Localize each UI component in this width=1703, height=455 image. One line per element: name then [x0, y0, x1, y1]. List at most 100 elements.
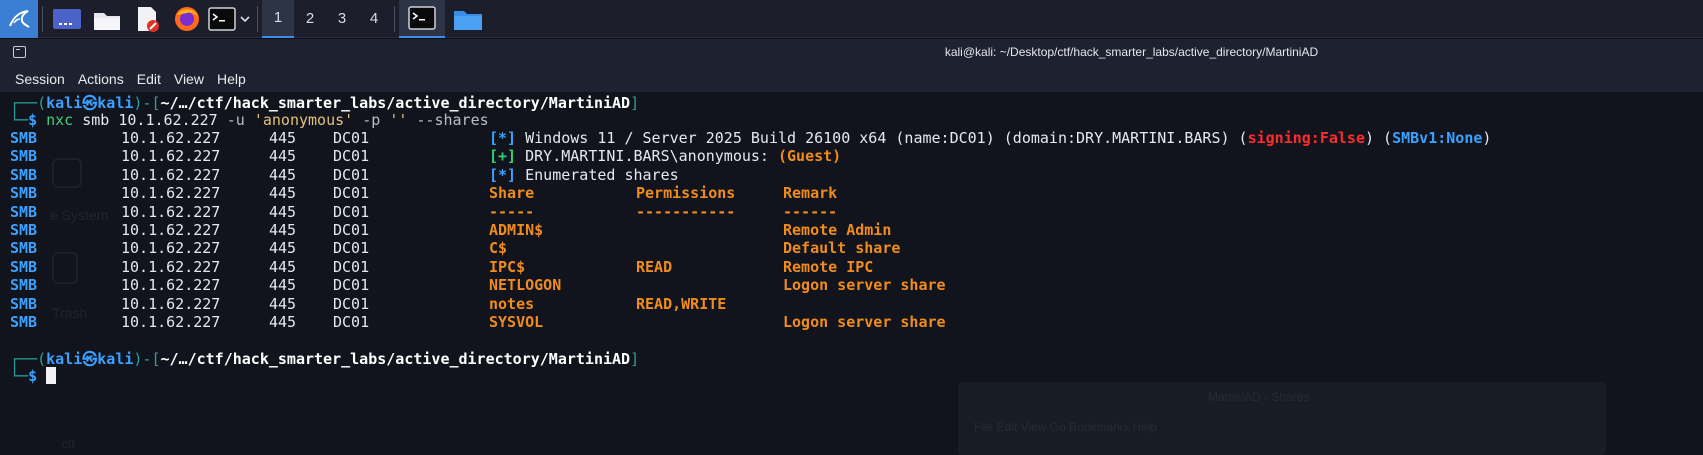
workspace-4[interactable]: 4	[358, 0, 390, 38]
row-proto: SMB	[10, 313, 38, 331]
background-window-ghost: MartiniAD - Shares File Edit View Go Boo…	[958, 382, 1606, 455]
info-message: [*] Windows 11 / Server 2025 Build 26100…	[489, 129, 1491, 147]
workspace-2[interactable]: 2	[294, 0, 326, 38]
command-flag-shares: --shares	[416, 111, 489, 129]
prompt-close: ]	[630, 350, 640, 368]
prompt-user: kali	[46, 94, 83, 112]
prompt-dollar: $	[28, 111, 38, 129]
row-ip: 10.1.62.227	[121, 221, 221, 239]
command-bin: nxc	[46, 111, 74, 129]
background-window-menu: File Edit View Go Bookmarks Help	[974, 420, 1158, 434]
row-port: 445	[269, 165, 297, 184]
row-port: 445	[269, 129, 297, 147]
prompt-open: ┌──(	[10, 350, 47, 368]
terminal-icon[interactable]	[207, 0, 237, 38]
file-manager-icon[interactable]	[87, 0, 127, 38]
output-row: SMB 10.1.62.227 445 DC01 [*] Enumerated shar…	[0, 166, 1703, 186]
ctf-ghost-label: ctf	[62, 437, 75, 451]
menu-edit[interactable]: Edit	[137, 71, 161, 87]
row-host: DC01	[333, 184, 370, 203]
command-user-arg: 'anonymous'	[253, 111, 354, 129]
prompt-at: ㉿	[82, 350, 98, 368]
permissions-header-underline: -----------	[636, 202, 736, 221]
info-tag: [*]	[489, 165, 517, 184]
prompt-corner: └─	[10, 367, 29, 385]
row-port: 445	[269, 313, 297, 331]
output-row: SMB 10.1.62.227 445 DC01 ----- ----------- ---…	[0, 203, 1703, 223]
row-ip: 10.1.62.227	[121, 294, 221, 313]
input-line[interactable]: └─$	[10, 367, 57, 387]
taskbar-folder-button[interactable]	[445, 0, 491, 38]
menu-view[interactable]: View	[174, 71, 204, 87]
desktop-icon[interactable]	[47, 0, 87, 38]
command-line: └─$ nxc smb 10.1.62.227 -u 'anonymous' -…	[10, 111, 489, 131]
row-port: 445	[269, 221, 297, 239]
background-window-title: MartiniAD - Shares	[1208, 390, 1310, 404]
row-host: DC01	[333, 313, 370, 331]
chevron-down-icon[interactable]	[237, 0, 253, 38]
panel-separator	[257, 5, 258, 32]
row-port: 445	[269, 239, 297, 258]
menu-help[interactable]: Help	[217, 71, 246, 87]
row-ip: 10.1.62.227	[121, 257, 221, 276]
row-host: DC01	[333, 239, 370, 258]
prompt-line: ┌──(kali㉿kali)-[~/…/ctf/hack_smarter_lab…	[10, 348, 639, 368]
row-proto: SMB	[10, 239, 38, 258]
row-port: 445	[269, 184, 297, 203]
taskbar-terminal-button[interactable]	[399, 0, 445, 38]
row-proto: SMB	[10, 257, 38, 276]
row-ip: 10.1.62.227	[121, 313, 221, 331]
row-ip: 10.1.62.227	[121, 276, 221, 295]
panel-separator	[42, 5, 43, 32]
kali-menu-icon[interactable]	[0, 0, 38, 38]
firefox-icon[interactable]	[167, 0, 207, 38]
prompt-path: ~/…/ctf/hack_smarter_labs/active_directo…	[160, 94, 631, 112]
output-row: SMB 10.1.62.227 445 DC01 ADMIN$ Remote Admin	[0, 221, 1703, 241]
share-name: IPC$	[489, 257, 526, 276]
prompt-dollar: $	[28, 367, 38, 385]
row-host: DC01	[333, 257, 370, 276]
menu-session[interactable]: Session	[15, 71, 65, 87]
row-port: 445	[269, 202, 297, 221]
prompt-host: kali	[97, 350, 134, 368]
info-text: Windows 11 / Server 2025 Build 26100 x64…	[516, 129, 1248, 147]
row-proto: SMB	[10, 184, 38, 203]
top-panel: 1 2 3 4	[0, 0, 1703, 38]
share-remark: Logon server share	[783, 276, 946, 295]
row-host: DC01	[333, 276, 370, 295]
output-row: SMB 10.1.62.227 445 DC01 NETLOGON Logon serve…	[0, 276, 1703, 296]
permissions-column-header: Permissions	[636, 184, 736, 203]
row-proto: SMB	[10, 165, 38, 184]
row-port: 445	[269, 276, 297, 295]
prompt-mid: )-[	[133, 94, 161, 112]
prompt-path: ~/…/ctf/hack_smarter_labs/active_directo…	[160, 350, 631, 368]
row-ip: 10.1.62.227	[121, 129, 221, 147]
prompt-host: kali	[97, 94, 134, 112]
remark-header-underline: ------	[783, 202, 838, 221]
row-proto: SMB	[10, 202, 38, 221]
menu-actions[interactable]: Actions	[78, 71, 124, 87]
row-ip: 10.1.62.227	[121, 239, 221, 258]
share-permissions: READ	[636, 257, 673, 276]
row-host: DC01	[333, 221, 370, 239]
text-editor-icon[interactable]	[127, 0, 167, 38]
panel-separator	[394, 5, 395, 32]
info-message: [+] DRY.MARTINI.BARS\anonymous: (Guest)	[489, 147, 841, 165]
window-titlebar[interactable]: kali@kali: ~/Desktop/ctf/hack_smarter_la…	[0, 39, 1703, 66]
row-proto: SMB	[10, 221, 38, 239]
command-flag-p: -p	[362, 111, 381, 129]
output-row: SMB 10.1.62.227 445 DC01 C$ Default share	[0, 239, 1703, 259]
prompt-close: ]	[630, 94, 640, 112]
workspace-3[interactable]: 3	[326, 0, 358, 38]
prompt-line: ┌──(kali㉿kali)-[~/…/ctf/hack_smarter_lab…	[10, 92, 639, 112]
workspace-1[interactable]: 1	[262, 0, 294, 38]
share-header-underline: -----	[489, 202, 535, 221]
info-text-end: )	[1482, 129, 1492, 147]
output-row: SMB 10.1.62.227 445 DC01 notes READ,WRITE	[0, 295, 1703, 315]
prompt-open: ┌──(	[10, 94, 47, 112]
share-name: SYSVOL	[489, 313, 544, 331]
share-remark: Logon server share	[783, 313, 946, 331]
info-text: Enumerated shares	[516, 165, 679, 184]
row-ip: 10.1.62.227	[121, 184, 221, 203]
terminal-view[interactable]: e System Trash ctf MartiniAD - Shares Fi…	[0, 92, 1703, 455]
